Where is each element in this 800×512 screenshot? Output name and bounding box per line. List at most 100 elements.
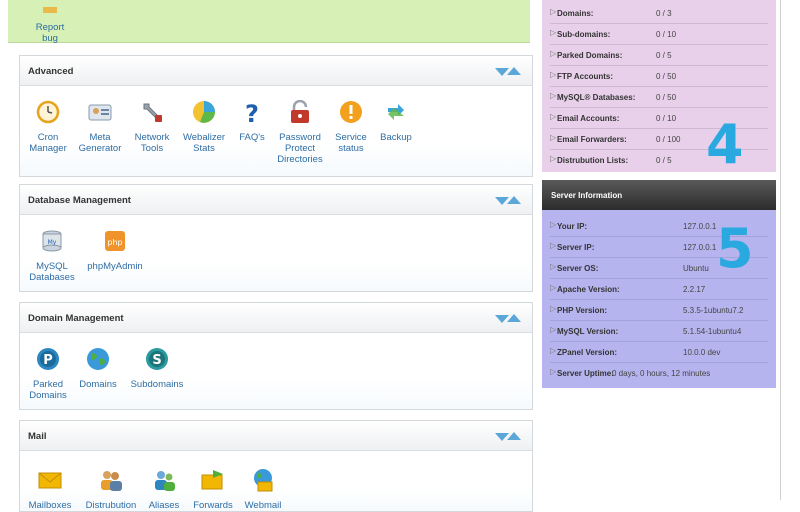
shortcut-label: Parked Domains — [29, 379, 67, 401]
annotation-number-five: 5 — [716, 217, 754, 280]
server-value: 127.0.0.1 — [683, 222, 717, 231]
stat-value: 0 / 3 — [656, 9, 672, 18]
page-divider — [780, 0, 781, 500]
shortcut-label: Distrubution — [85, 500, 137, 511]
stat-label: Parked Domains: — [557, 51, 623, 60]
collapse-toggle-icon[interactable] — [495, 314, 523, 324]
warning-icon — [340, 101, 362, 123]
forwards-shortcut[interactable]: Forwards — [185, 468, 241, 511]
shortcut-label: Cron Manager — [29, 132, 67, 154]
stat-label: Email Forwarders: — [557, 135, 627, 144]
advanced-panel: Advanced Cron Manager Meta Generator Net… — [19, 55, 533, 177]
server-label: PHP Version: — [557, 306, 608, 315]
shortcut-label: Mailboxes — [28, 500, 72, 511]
domains-shortcut[interactable]: Domains — [70, 347, 126, 390]
stat-row: ▷ FTP Accounts: 0 / 50 — [542, 66, 776, 87]
aliases-shortcut[interactable]: Aliases — [136, 468, 192, 511]
server-label: Server OS: — [557, 264, 599, 273]
advanced-panel-header[interactable]: Advanced — [20, 56, 532, 86]
collapse-toggle-icon[interactable] — [495, 67, 523, 77]
stat-value: 0 / 5 — [656, 156, 672, 165]
stat-label: FTP Accounts: — [557, 72, 614, 81]
stat-label: Distrubution Lists: — [557, 156, 629, 165]
globe-icon — [87, 348, 109, 370]
collapse-toggle-icon[interactable] — [495, 432, 523, 442]
bullet-arrow-icon: ▷ — [550, 154, 557, 163]
stat-row: ▷ Domains: 0 / 3 — [542, 3, 776, 24]
question-mark-icon: ? — [245, 100, 259, 128]
server-value: 0 days, 0 hours, 12 minutes — [612, 369, 711, 378]
bullet-arrow-icon: ▷ — [550, 112, 557, 121]
parked-domains-shortcut[interactable]: P Parked Domains — [20, 347, 76, 401]
meta-generator-shortcut[interactable]: Meta Generator — [72, 100, 128, 154]
network-tools-shortcut[interactable]: Network Tools — [124, 100, 180, 154]
bullet-arrow-icon: ▷ — [550, 133, 557, 142]
domain-panel-header[interactable]: Domain Management — [20, 303, 532, 333]
bullet-arrow-icon: ▷ — [550, 367, 557, 376]
bullet-arrow-icon: ▷ — [550, 220, 557, 229]
shortcut-label: Aliases — [148, 500, 180, 511]
database-panel-header[interactable]: Database Management — [20, 185, 532, 215]
server-information-title: Server Information — [551, 191, 623, 200]
bullet-arrow-icon: ▷ — [550, 7, 557, 16]
stat-value: 0 / 100 — [656, 135, 681, 144]
bullet-arrow-icon: ▷ — [550, 49, 557, 58]
server-row: ▷ ZPanel Version: 10.0.0 dev — [542, 342, 776, 363]
bullet-arrow-icon: ▷ — [550, 304, 557, 313]
bullet-arrow-icon: ▷ — [550, 28, 557, 37]
password-protect-shortcut[interactable]: Password Protect Directories — [272, 99, 328, 165]
server-label: Server Uptime: — [557, 369, 614, 378]
webmail-globe-icon — [254, 469, 273, 492]
users-icon — [155, 471, 175, 491]
mail-panel: Mail Mailboxes Distrubution Aliases Forw… — [19, 420, 533, 512]
distrubution-shortcut[interactable]: Distrubution — [83, 468, 139, 511]
bullet-arrow-icon: ▷ — [550, 70, 557, 79]
shortcut-label: Webmail — [244, 500, 282, 511]
stat-label: Email Accounts: — [557, 114, 620, 123]
stat-value: 0 / 50 — [656, 93, 677, 102]
server-information-header[interactable]: Server Information — [542, 180, 776, 210]
phpmyadmin-shortcut[interactable]: php phpMyAdmin — [87, 229, 143, 272]
database-panel: Database Management My MySQL Databases p… — [19, 184, 533, 292]
account-panel-band: Report bug — [8, 0, 530, 44]
bullet-arrow-icon: ▷ — [550, 283, 557, 292]
mail-panel-header[interactable]: Mail — [20, 421, 532, 451]
report-bug-label: Report bug — [35, 22, 65, 44]
cron-manager-shortcut[interactable]: Cron Manager — [20, 100, 76, 154]
people-icon — [101, 471, 122, 491]
svg-text:P: P — [43, 353, 53, 368]
server-row: ▷ MySQL Version: 5.1.54-1ubuntu4 — [542, 321, 776, 342]
subdomain-icon: S — [146, 348, 168, 370]
subdomains-shortcut[interactable]: S Subdomains — [129, 347, 185, 390]
panel-title: Database Management — [28, 195, 131, 206]
collapse-toggle-icon[interactable] — [495, 196, 523, 206]
mailboxes-shortcut[interactable]: Mailboxes — [22, 468, 78, 511]
server-value: 10.0.0 dev — [683, 348, 721, 357]
server-value: Ubuntu — [683, 264, 709, 273]
mysql-databases-shortcut[interactable]: My MySQL Databases — [24, 229, 80, 283]
shortcut-label: Backup — [380, 132, 412, 143]
stat-row: ▷ Sub-domains: 0 / 10 — [542, 24, 776, 45]
stat-row: ▷ MySQL® Databases: 0 / 50 — [542, 87, 776, 108]
stat-label: Domains: — [557, 9, 594, 18]
server-row: ▷ PHP Version: 5.3.5-1ubuntu7.2 — [542, 300, 776, 321]
bullet-arrow-icon: ▷ — [550, 91, 557, 100]
webmail-shortcut[interactable]: Webmail — [235, 468, 291, 511]
server-value: 2.2.17 — [683, 285, 706, 294]
server-value: 5.3.5-1ubuntu7.2 — [683, 306, 744, 315]
server-label: MySQL Version: — [557, 327, 619, 336]
database-icon: My — [42, 230, 62, 252]
stat-label: Sub-domains: — [557, 30, 611, 39]
padlock-icon — [291, 99, 309, 123]
server-value: 5.1.54-1ubuntu4 — [683, 327, 742, 336]
shortcut-label: Network Tools — [134, 132, 170, 154]
stat-value: 0 / 10 — [656, 30, 677, 39]
server-label: Your IP: — [557, 222, 588, 231]
report-bug-shortcut[interactable]: Report bug — [28, 0, 72, 44]
panel-title: Mail — [28, 431, 47, 442]
backup-shortcut[interactable]: Backup — [368, 100, 424, 143]
shortcut-label: Subdomains — [130, 379, 184, 390]
svg-text:php: php — [107, 238, 122, 247]
bullet-arrow-icon: ▷ — [550, 346, 557, 355]
stat-label: MySQL® Databases: — [557, 93, 636, 102]
